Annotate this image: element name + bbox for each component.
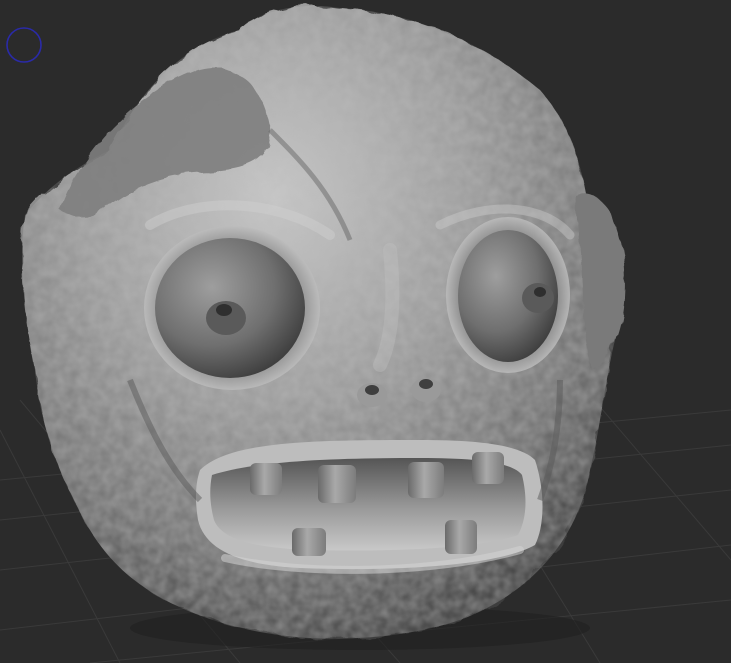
right-pupil-hole (534, 287, 546, 297)
right-nostril-hole (419, 379, 433, 389)
upper-tooth (250, 463, 282, 495)
upper-tooth (472, 452, 504, 484)
left-nostril-hole (365, 385, 379, 395)
sculpt-viewport[interactable] (0, 0, 731, 663)
lower-tooth (292, 528, 326, 556)
left-pupil-hole (216, 304, 232, 316)
upper-tooth (408, 462, 444, 498)
lower-tooth (445, 520, 477, 554)
upper-tooth (318, 465, 356, 503)
